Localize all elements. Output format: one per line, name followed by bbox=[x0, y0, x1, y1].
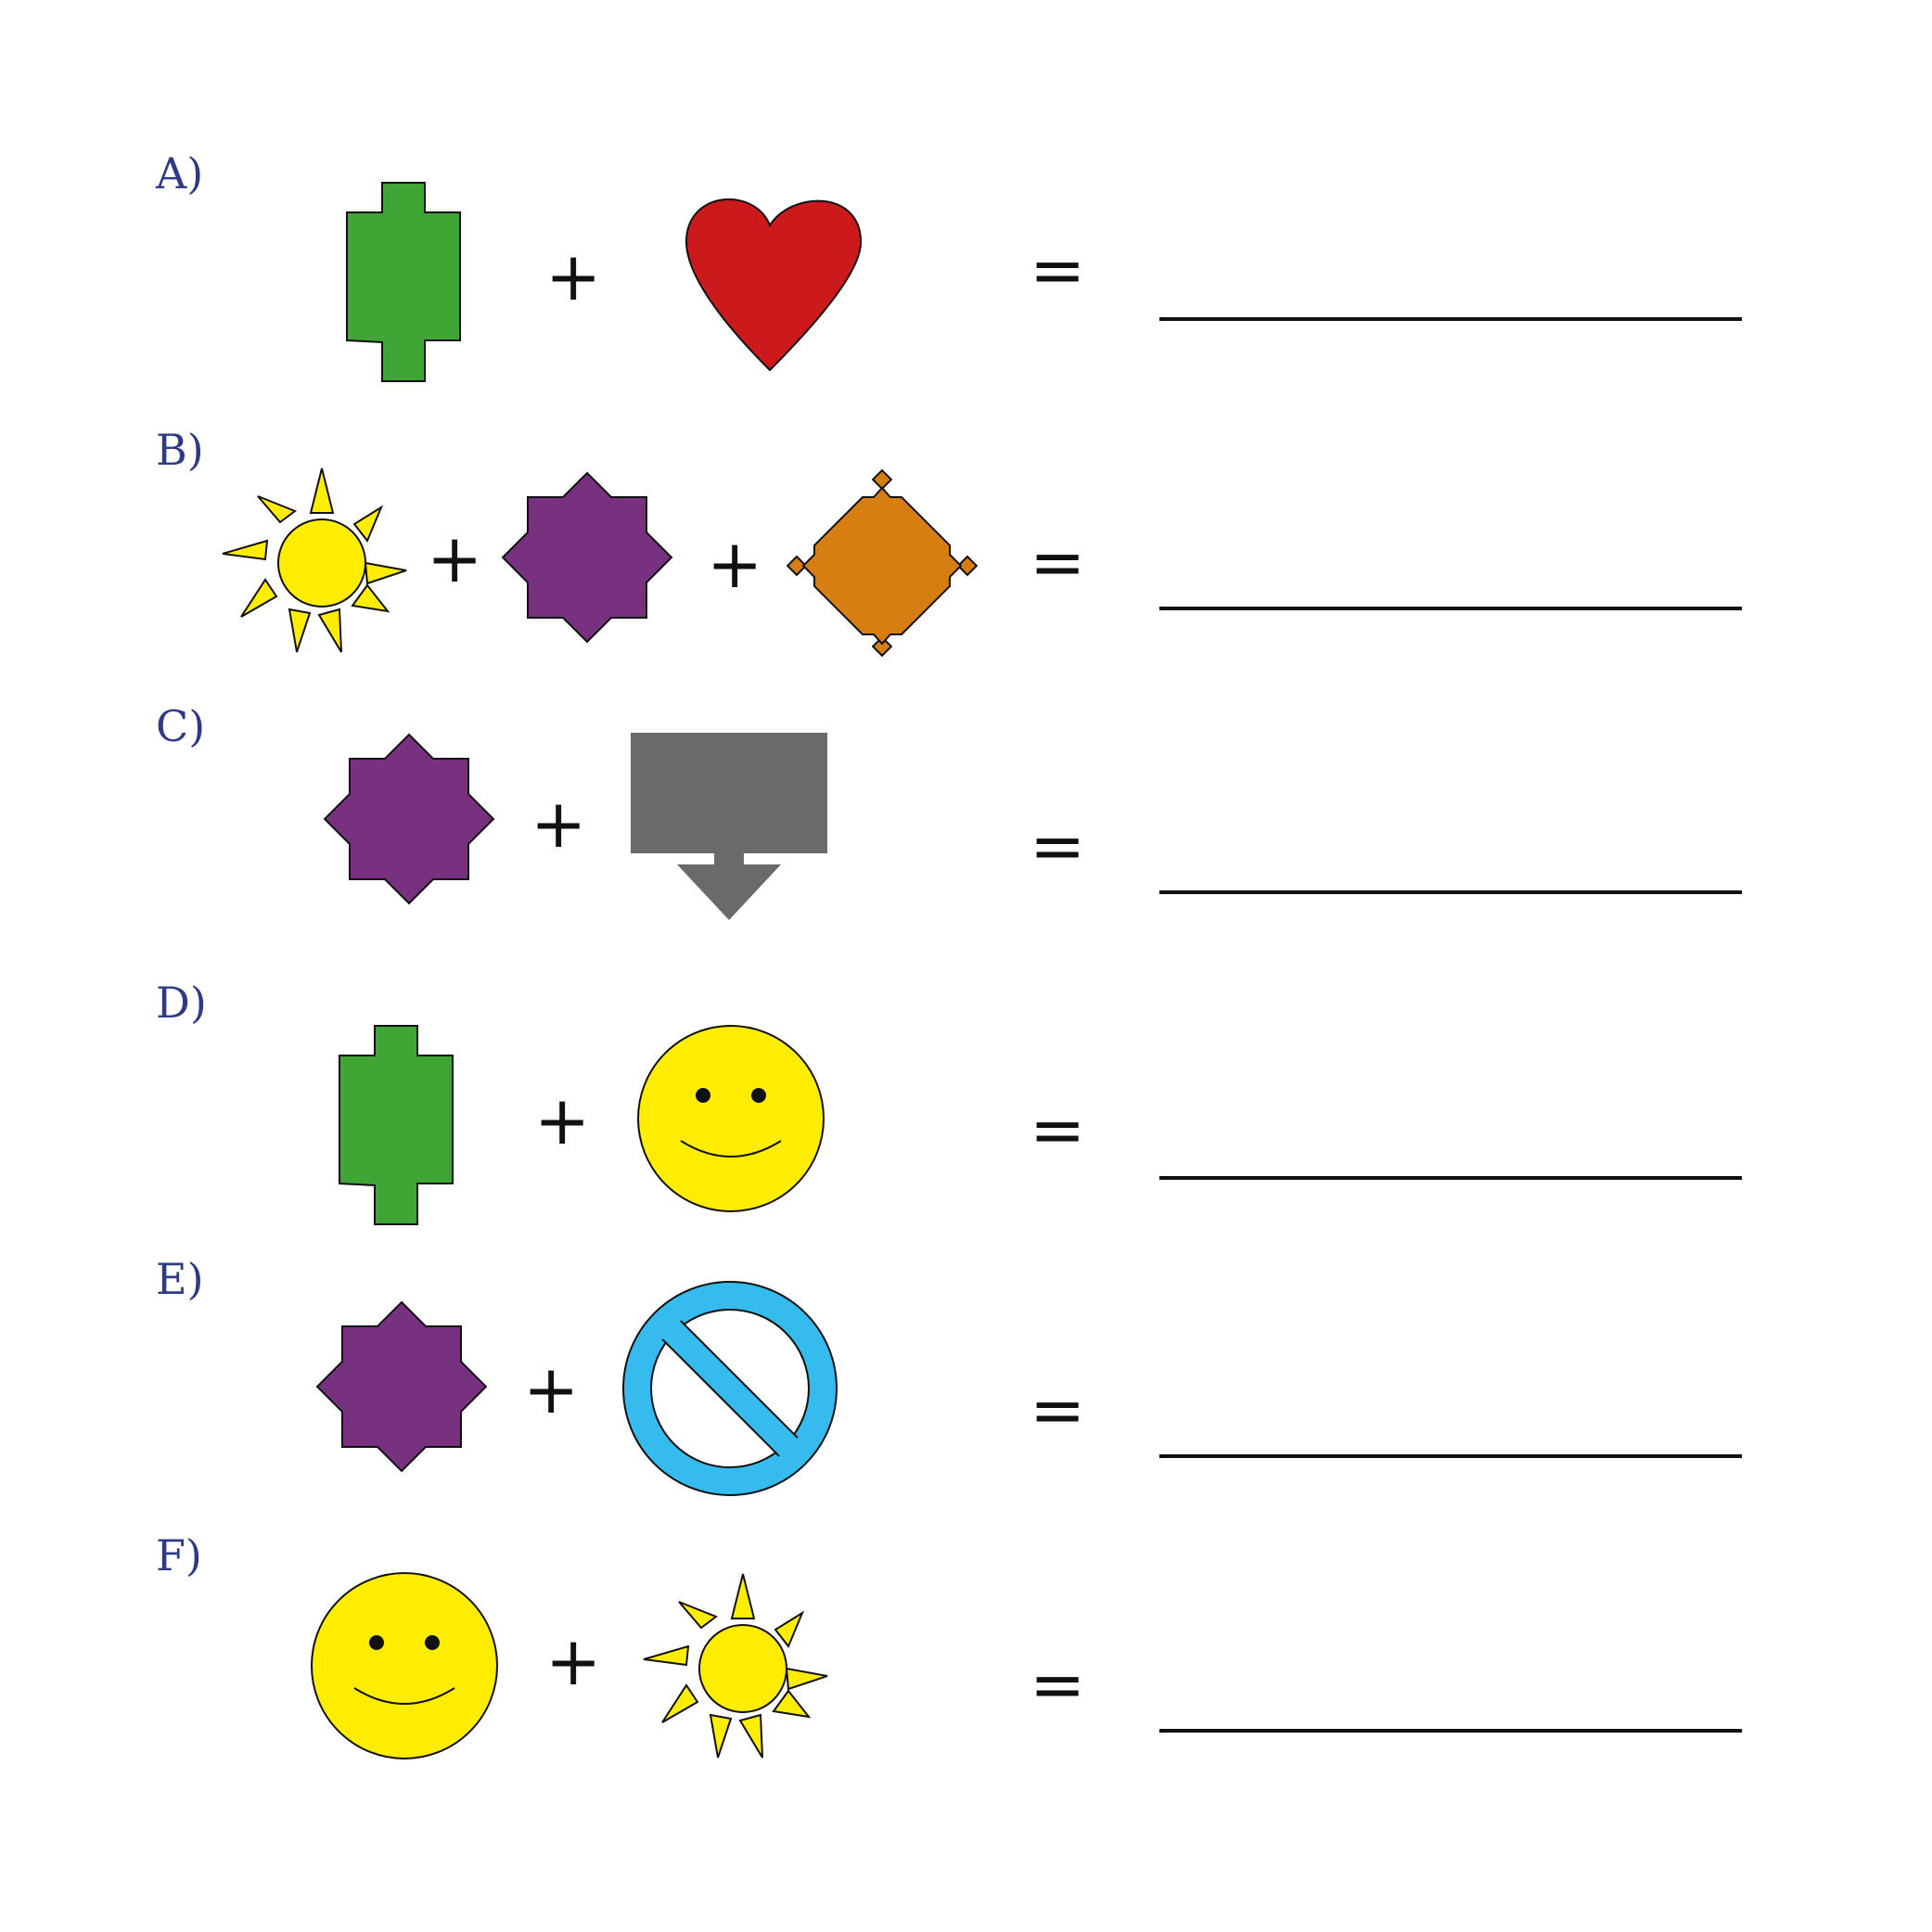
plus-sign: + bbox=[427, 519, 483, 597]
row-label-d: D) bbox=[156, 978, 207, 1028]
answer-line-e[interactable] bbox=[1159, 1454, 1742, 1458]
row-label-f: F) bbox=[156, 1530, 202, 1580]
equals-sign: = bbox=[1030, 523, 1086, 601]
answer-line-b[interactable] bbox=[1159, 607, 1742, 610]
equals-sign: = bbox=[1030, 1091, 1086, 1169]
sun-icon bbox=[222, 467, 407, 653]
plus-sign: + bbox=[534, 1081, 591, 1159]
plus-sign: + bbox=[545, 1622, 602, 1700]
orange-gear-icon bbox=[786, 468, 979, 658]
sun-icon bbox=[643, 1573, 828, 1759]
equals-sign: = bbox=[1030, 807, 1086, 885]
purple-star-icon bbox=[315, 1300, 488, 1473]
answer-line-d[interactable] bbox=[1159, 1176, 1742, 1180]
equals-sign: = bbox=[1030, 231, 1086, 309]
row-label-c: C) bbox=[156, 701, 206, 751]
purple-star-icon bbox=[323, 733, 495, 905]
heart-icon bbox=[685, 198, 863, 372]
prohibition-sign-icon bbox=[622, 1281, 838, 1496]
equals-sign: = bbox=[1030, 1371, 1086, 1449]
plus-sign: + bbox=[707, 525, 763, 603]
green-block-icon bbox=[339, 1025, 454, 1225]
plus-sign: + bbox=[545, 237, 602, 315]
equals-sign: = bbox=[1030, 1645, 1086, 1723]
row-label-b: B) bbox=[156, 425, 204, 475]
plus-sign: + bbox=[523, 1350, 580, 1428]
smiley-face-icon bbox=[311, 1572, 498, 1759]
worksheet: A) B) C) D) E) F) + + + + + + + = = = = … bbox=[0, 0, 1932, 1932]
green-block-icon bbox=[346, 182, 461, 382]
smiley-face-icon bbox=[637, 1025, 825, 1212]
answer-line-f[interactable] bbox=[1159, 1729, 1742, 1733]
answer-line-a[interactable] bbox=[1159, 317, 1742, 321]
purple-star-icon bbox=[501, 471, 673, 644]
plus-sign: + bbox=[531, 785, 587, 863]
answer-line-c[interactable] bbox=[1159, 890, 1742, 894]
row-label-a: A) bbox=[156, 148, 204, 198]
gray-sign-arrow-icon bbox=[631, 733, 827, 920]
row-label-e: E) bbox=[156, 1254, 204, 1304]
